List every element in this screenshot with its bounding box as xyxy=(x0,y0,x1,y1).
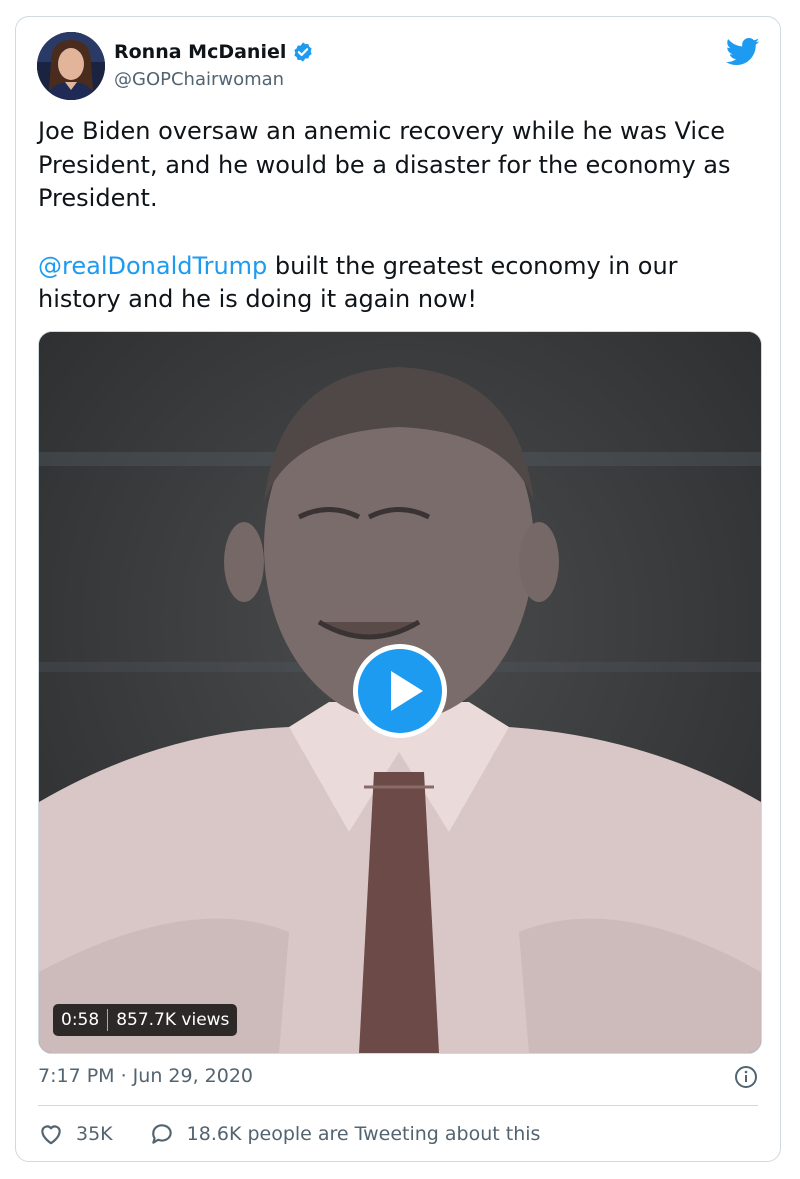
verified-badge-icon xyxy=(294,42,312,62)
avatar[interactable] xyxy=(37,32,105,100)
engagement-bar: 35K 18.6K people are Tweeting about this xyxy=(38,1121,540,1147)
author-name-row[interactable]: Ronna McDaniel xyxy=(114,41,314,63)
like-count: 35K xyxy=(76,1123,113,1145)
speech-bubble-icon xyxy=(151,1124,172,1144)
badge-divider xyxy=(107,1009,109,1031)
conversation-count: 18.6K people are Tweeting about this xyxy=(186,1123,541,1145)
divider xyxy=(38,1105,758,1106)
like-action[interactable]: 35K xyxy=(38,1121,113,1147)
heart-icon xyxy=(41,1125,61,1145)
tweet-card: Ronna McDaniel @GOPChairwoman Joe Biden … xyxy=(15,16,781,1162)
tweet-paragraph-1: Joe Biden oversaw an anemic recovery whi… xyxy=(38,117,731,212)
mention-link[interactable]: @realDonaldTrump xyxy=(38,252,267,280)
author-handle[interactable]: @GOPChairwoman xyxy=(114,69,284,90)
play-icon[interactable] xyxy=(353,644,447,738)
tweet-paragraph-2: @realDonaldTrump built the greatest econ… xyxy=(38,250,763,317)
author-name[interactable]: Ronna McDaniel xyxy=(114,41,286,63)
tweet-text: Joe Biden oversaw an anemic recovery whi… xyxy=(38,115,763,317)
video-views: 857.7K views xyxy=(116,1010,230,1030)
video-stats-badge: 0:58 857.7K views xyxy=(53,1004,238,1036)
video-duration: 0:58 xyxy=(61,1010,100,1030)
conversation-action[interactable]: 18.6K people are Tweeting about this xyxy=(149,1121,541,1147)
tweet-timestamp[interactable]: 7:17 PM · Jun 29, 2020 xyxy=(38,1065,253,1087)
twitter-bird-icon[interactable] xyxy=(726,37,760,67)
avatar-image xyxy=(37,32,105,100)
video-player[interactable]: 0:58 857.7K views xyxy=(38,331,762,1054)
info-icon[interactable] xyxy=(734,1065,758,1089)
